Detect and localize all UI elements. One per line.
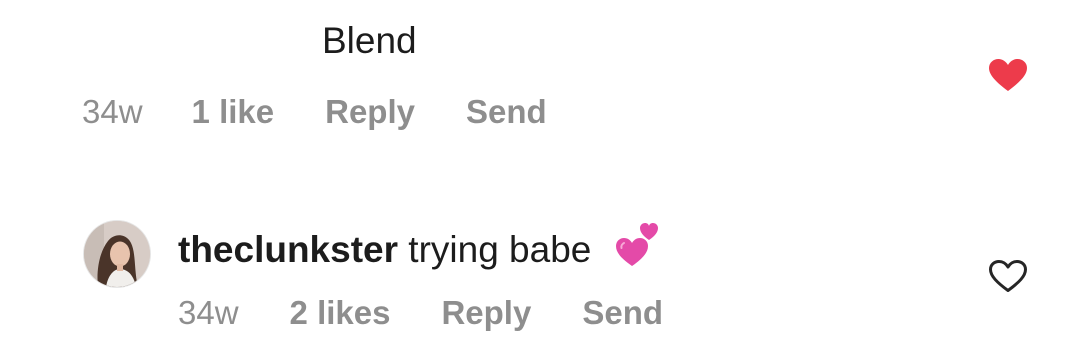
comment-text: Blend (322, 20, 417, 61)
comment-timestamp: 34w (178, 294, 239, 331)
avatar[interactable] (84, 221, 150, 287)
heart-filled-icon[interactable] (988, 58, 1028, 92)
send-button[interactable]: Send (582, 293, 663, 333)
comment-body: theclunkster trying babe (178, 220, 660, 278)
reply-button[interactable]: Reply (441, 293, 531, 333)
comment-timestamp: 34w (82, 93, 143, 130)
heart-outline-icon[interactable] (988, 259, 1028, 293)
send-button[interactable]: Send (466, 92, 547, 132)
comment-text: trying babe (408, 229, 592, 270)
comment-meta-row: 34w 2 likes Reply Send (178, 293, 663, 333)
likes-count-link[interactable]: 1 like (192, 92, 275, 132)
comment-meta-row: 34w 1 like Reply Send (82, 92, 547, 132)
username-link[interactable]: theclunkster (178, 229, 398, 270)
two-hearts-emoji-icon (614, 220, 660, 278)
reply-button[interactable]: Reply (325, 92, 415, 132)
likes-count-link[interactable]: 2 likes (290, 293, 391, 333)
